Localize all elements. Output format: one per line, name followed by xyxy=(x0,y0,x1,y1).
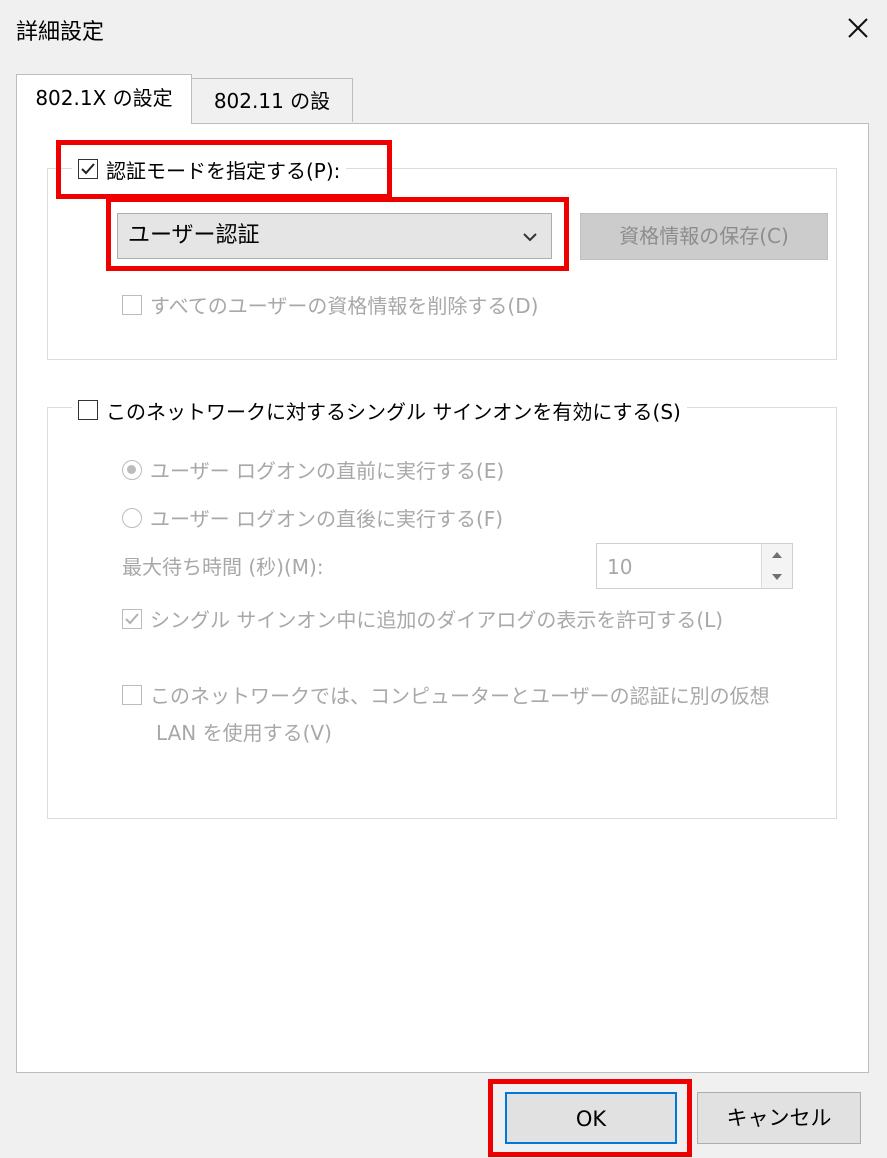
radio-after-logon[interactable]: ユーザー ログオンの直後に実行する(F) xyxy=(122,503,503,532)
arrow-up-icon xyxy=(772,552,782,558)
sso-enable-checkbox[interactable]: このネットワークに対するシングル サインオンを有効にする(S) xyxy=(72,395,687,425)
delete-all-credentials-checkbox[interactable]: すべてのユーザーの資格情報を削除する(D) xyxy=(122,290,538,319)
window-title: 詳細設定 xyxy=(16,20,105,45)
radio-after-logon-label: ユーザー ログオンの直後に実行する(F) xyxy=(150,507,504,531)
close-icon xyxy=(848,18,868,38)
delete-all-credentials-label: すべてのユーザーの資格情報を削除する(D) xyxy=(150,294,539,318)
sso-enable-label: このネットワークに対するシングル サインオンを有効にする(S) xyxy=(106,399,681,424)
radio-before-logon[interactable]: ユーザー ログオンの直前に実行する(E) xyxy=(122,455,504,484)
radio-selected[interactable] xyxy=(122,459,142,480)
allow-dialogs-label: シングル サインオン中に追加のダイアログの表示を許可する(L) xyxy=(150,608,724,632)
tab-80211[interactable]: 802.11 の設定 xyxy=(191,78,353,157)
separate-vlan-label-line1: このネットワークでは、コンピューターとユーザーの認証に別の仮想 xyxy=(150,684,770,708)
save-credentials-button[interactable]: 資格情報の保存(C) xyxy=(580,213,828,260)
check-icon xyxy=(125,612,139,624)
close-button[interactable] xyxy=(842,12,874,44)
checkbox-unchecked[interactable] xyxy=(78,400,98,420)
highlight-box-ok xyxy=(488,1079,692,1157)
tab-8021x[interactable]: 802.1X の設定 xyxy=(16,74,192,124)
separate-vlan-label-line2: LAN を使用する(V) xyxy=(156,721,332,745)
checkbox-unchecked[interactable] xyxy=(122,684,142,705)
highlight-box-select xyxy=(106,197,569,271)
checkbox-checked[interactable] xyxy=(122,608,142,629)
stepper-down-button[interactable] xyxy=(761,566,792,588)
max-delay-stepper[interactable]: 10 xyxy=(596,543,793,589)
cancel-button[interactable]: キャンセル xyxy=(697,1092,861,1144)
max-delay-label: 最大待ち時間 (秒)(M): xyxy=(122,555,324,579)
radio-before-logon-label: ユーザー ログオンの直前に実行する(E) xyxy=(150,459,505,483)
separate-vlan-checkbox[interactable]: このネットワークでは、コンピューターとユーザーの認証に別の仮想 LAN を使用す… xyxy=(122,680,770,746)
arrow-down-icon xyxy=(772,574,782,580)
stepper-up-button[interactable] xyxy=(761,544,792,566)
radio-unselected[interactable] xyxy=(122,507,142,528)
checkbox-unchecked[interactable] xyxy=(122,294,142,315)
max-delay-value: 10 xyxy=(607,555,633,579)
allow-dialogs-checkbox[interactable]: シングル サインオン中に追加のダイアログの表示を許可する(L) xyxy=(122,604,723,633)
highlight-box-auth-mode xyxy=(56,140,392,199)
